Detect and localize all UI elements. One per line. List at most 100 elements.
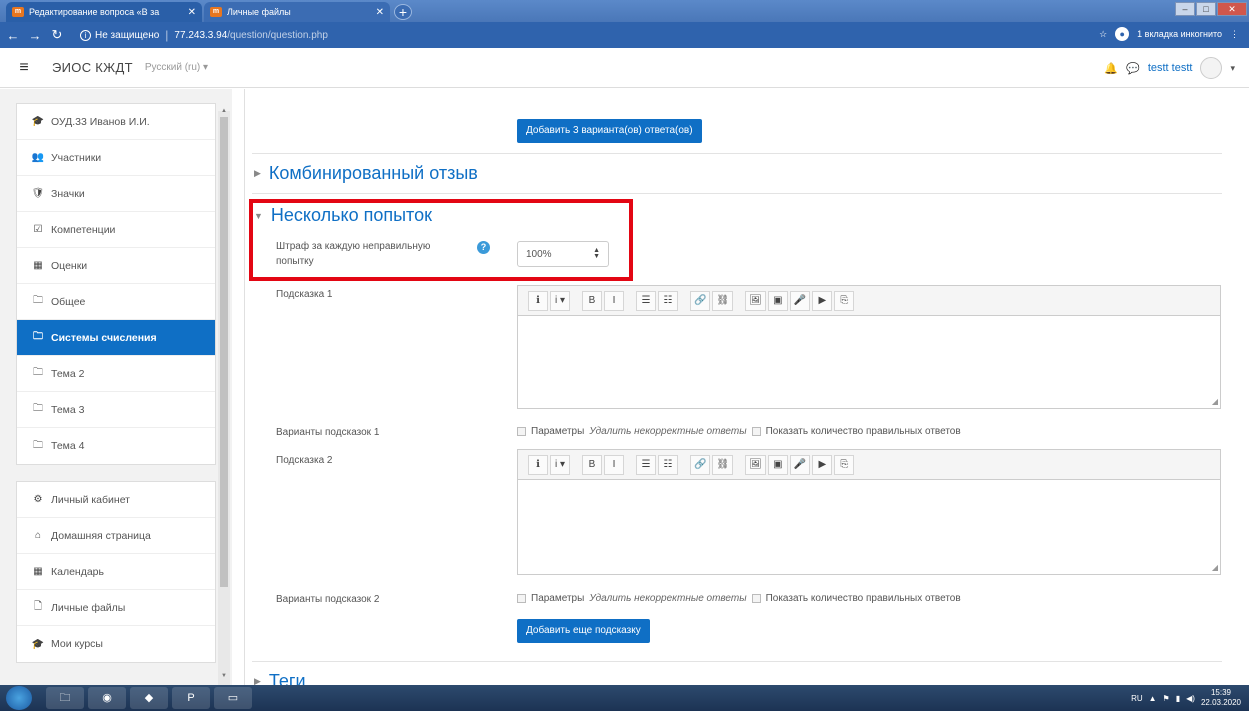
checkbox-show-num-correct[interactable] (751, 427, 761, 436)
sidebar-item[interactable]: ▦ Календарь (17, 554, 215, 590)
add-answers-button[interactable]: Добавить 3 варианта(ов) ответа(ов) (517, 119, 702, 143)
resize-handle-icon[interactable]: ◢ (1212, 563, 1218, 572)
messages-icon[interactable]: 💬 (1126, 62, 1140, 75)
option-label-italic: Удалить некорректные ответы (589, 426, 747, 437)
sidebar-item-label: ОУД.33 Иванов И.И. (51, 115, 150, 128)
sidebar-item[interactable]: 🗀 Тема 4 (17, 428, 215, 464)
clock[interactable]: 15:39 22.03.2020 (1201, 688, 1241, 708)
hint2-editor[interactable]: ℹi ▾ B I ☰ ☷ 🔗 ⛓ 🖼 ▣ 🎤 ▶ ⎘ ◢ (517, 449, 1221, 575)
sidebar-item[interactable]: 🗀 Системы счисления (17, 320, 215, 356)
toolbar-button[interactable]: ▶ (812, 454, 833, 475)
toolbar-button[interactable]: ℹ (528, 290, 548, 311)
toolbar-button[interactable]: 🔗 (690, 290, 711, 311)
toolbar-button[interactable]: 🔗 (690, 454, 711, 475)
checkbox-show-num-correct[interactable] (751, 594, 761, 603)
toolbar-button[interactable]: ▣ (767, 290, 788, 311)
language-selector[interactable]: Русский (ru) ▾ (145, 62, 208, 73)
scroll-up-icon[interactable]: ▲ (218, 108, 230, 114)
toolbar-button[interactable]: ▶ (812, 290, 833, 311)
menu-toggle-icon[interactable]: ≡ (10, 59, 38, 77)
toolbar-button[interactable]: ☷ (658, 290, 678, 311)
toolbar-button[interactable]: ⎘ (834, 454, 855, 475)
toolbar-button[interactable]: ⛓ (712, 290, 734, 311)
incognito-label[interactable]: 1 вкладка инкогнито (1137, 29, 1222, 39)
browser-menu-icon[interactable]: ⋮ (1230, 29, 1239, 40)
toolbar-button[interactable]: B (582, 454, 602, 475)
security-indicator[interactable]: i Не защищено (80, 29, 159, 41)
new-tab-button[interactable]: + (394, 4, 412, 20)
app-icon[interactable]: ◆ (130, 687, 168, 709)
toolbar-button[interactable]: ⎘ (834, 290, 855, 311)
toolbar-button[interactable]: ▣ (767, 454, 788, 475)
sidebar-item[interactable]: 🗋 Личные файлы (17, 590, 215, 626)
section-tags[interactable]: ▶ Теги (254, 671, 306, 685)
browser-tab-inactive[interactable]: m Личные файлы ✕ (204, 2, 390, 22)
sidebar-item[interactable]: 🛡 Значки (17, 176, 215, 212)
sidebar-item[interactable]: ☑ Компетенции (17, 212, 215, 248)
toolbar-button[interactable]: B (582, 290, 602, 311)
close-icon[interactable]: ✕ (376, 7, 384, 18)
notifications-bell-icon[interactable]: 🔔 (1104, 62, 1118, 75)
reload-icon[interactable]: ↻ (48, 27, 66, 43)
avatar[interactable] (1200, 57, 1223, 79)
scroll-down-icon[interactable]: ▼ (218, 673, 230, 679)
explorer-icon[interactable]: 🗀 (46, 687, 84, 709)
sidebar-item[interactable]: 🗀 Тема 3 (17, 392, 215, 428)
toolbar-button[interactable]: ☷ (658, 454, 678, 475)
toolbar-button[interactable]: 🎤 (789, 290, 811, 311)
browser-tab-active[interactable]: m Редактирование вопроса «В за ✕ (6, 2, 202, 22)
drawer-scrollbar-thumb[interactable] (220, 117, 228, 587)
window-icon[interactable]: ▭ (214, 687, 252, 709)
checkbox-params[interactable] (517, 427, 526, 436)
chevron-down-icon[interactable]: ▾ (1230, 63, 1235, 74)
keyboard-language[interactable]: RU (1131, 694, 1143, 703)
window-close-button[interactable]: ✕ (1217, 2, 1247, 16)
checkbox-params[interactable] (517, 594, 526, 603)
toolbar-button[interactable]: 🎤 (789, 454, 811, 475)
sidebar-item[interactable]: ▦ Оценки (17, 248, 215, 284)
toolbar-button[interactable]: 🖼 (745, 454, 766, 475)
drawer-scrollbar[interactable] (218, 111, 230, 685)
toolbar-button[interactable]: I (604, 454, 624, 475)
hint1-text-area[interactable] (518, 316, 1220, 408)
forward-icon[interactable]: → (26, 28, 44, 43)
add-hint-button[interactable]: Добавить еще подсказку (517, 619, 650, 643)
sidebar-item[interactable]: 🗀 Тема 2 (17, 356, 215, 392)
hint1-editor[interactable]: ℹi ▾ B I ☰ ☷ 🔗 ⛓ 🖼 ▣ 🎤 ▶ ⎘ ◢ (517, 285, 1221, 409)
resize-handle-icon[interactable]: ◢ (1212, 397, 1218, 406)
sidebar-item[interactable]: 🗀 Общее (17, 284, 215, 320)
sidebar-item[interactable]: ⌂ Домашняя страница (17, 518, 215, 554)
toolbar-button[interactable]: 🖼 (745, 290, 766, 311)
toolbar-button[interactable]: ℹ (528, 454, 548, 475)
hint2-text-area[interactable] (518, 480, 1220, 574)
powerpoint-icon[interactable]: P (172, 687, 210, 709)
language-label: Русский (ru) (144, 62, 201, 73)
toolbar-button[interactable]: i ▾ (550, 454, 570, 475)
network-icon[interactable]: ▮ (1176, 694, 1180, 703)
toolbar-button[interactable]: ☰ (636, 290, 656, 311)
maximize-button[interactable]: □ (1196, 2, 1216, 16)
toolbar-button[interactable]: ⛓ (712, 454, 734, 475)
close-icon[interactable]: ✕ (188, 7, 196, 18)
tray-expand-icon[interactable]: ▲ (1149, 694, 1157, 703)
site-name[interactable]: ЭИОС КЖДТ (52, 60, 133, 75)
toolbar-button[interactable]: i ▾ (550, 290, 570, 311)
user-name[interactable]: testt testt (1148, 62, 1193, 74)
start-button[interactable] (6, 686, 32, 710)
back-icon[interactable]: ← (4, 28, 22, 43)
sidebar-item[interactable]: 🎓 Мои курсы (17, 626, 215, 662)
incognito-icon[interactable]: ● (1115, 27, 1130, 41)
flag-icon[interactable]: ⚑ (1163, 694, 1170, 703)
toolbar-button[interactable]: I (604, 290, 624, 311)
sidebar-item[interactable]: 🎓 ОУД.33 Иванов И.И. (17, 104, 215, 140)
bookmark-star-icon[interactable]: ☆ (1099, 29, 1107, 40)
minimize-button[interactable]: – (1175, 2, 1195, 16)
sidebar-item[interactable]: 👥 Участники (17, 140, 215, 176)
graduation-cap-icon: 🎓 (31, 116, 45, 127)
url-field[interactable]: 77.243.3.94/question/question.php (174, 30, 327, 41)
section-combined-feedback[interactable]: ▶ Комбинированный отзыв (254, 163, 478, 184)
chrome-icon[interactable]: ◉ (88, 687, 126, 709)
toolbar-button[interactable]: ☰ (636, 454, 656, 475)
sidebar-item[interactable]: ⚙ Личный кабинет (17, 482, 215, 518)
volume-icon[interactable]: ◀) (1186, 694, 1195, 703)
